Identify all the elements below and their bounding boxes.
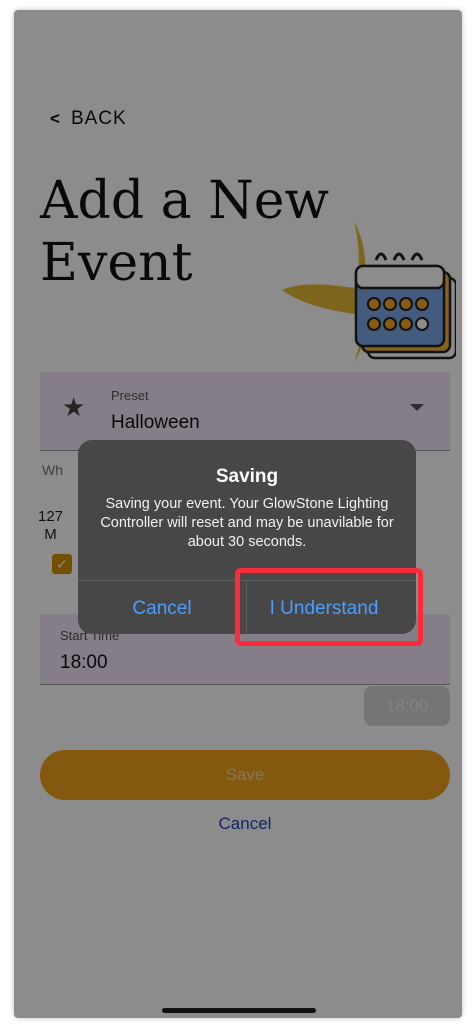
app-screen: < BACK Add a New Event ★ Preset Hallowee…: [14, 10, 462, 1018]
highlight-box: [235, 568, 423, 646]
alert-cancel-button[interactable]: Cancel: [78, 580, 246, 634]
alert-message: Saving your event. Your GlowStone Lighti…: [100, 496, 394, 550]
alert-title: Saving: [215, 466, 279, 487]
home-indicator[interactable]: [162, 1008, 316, 1013]
